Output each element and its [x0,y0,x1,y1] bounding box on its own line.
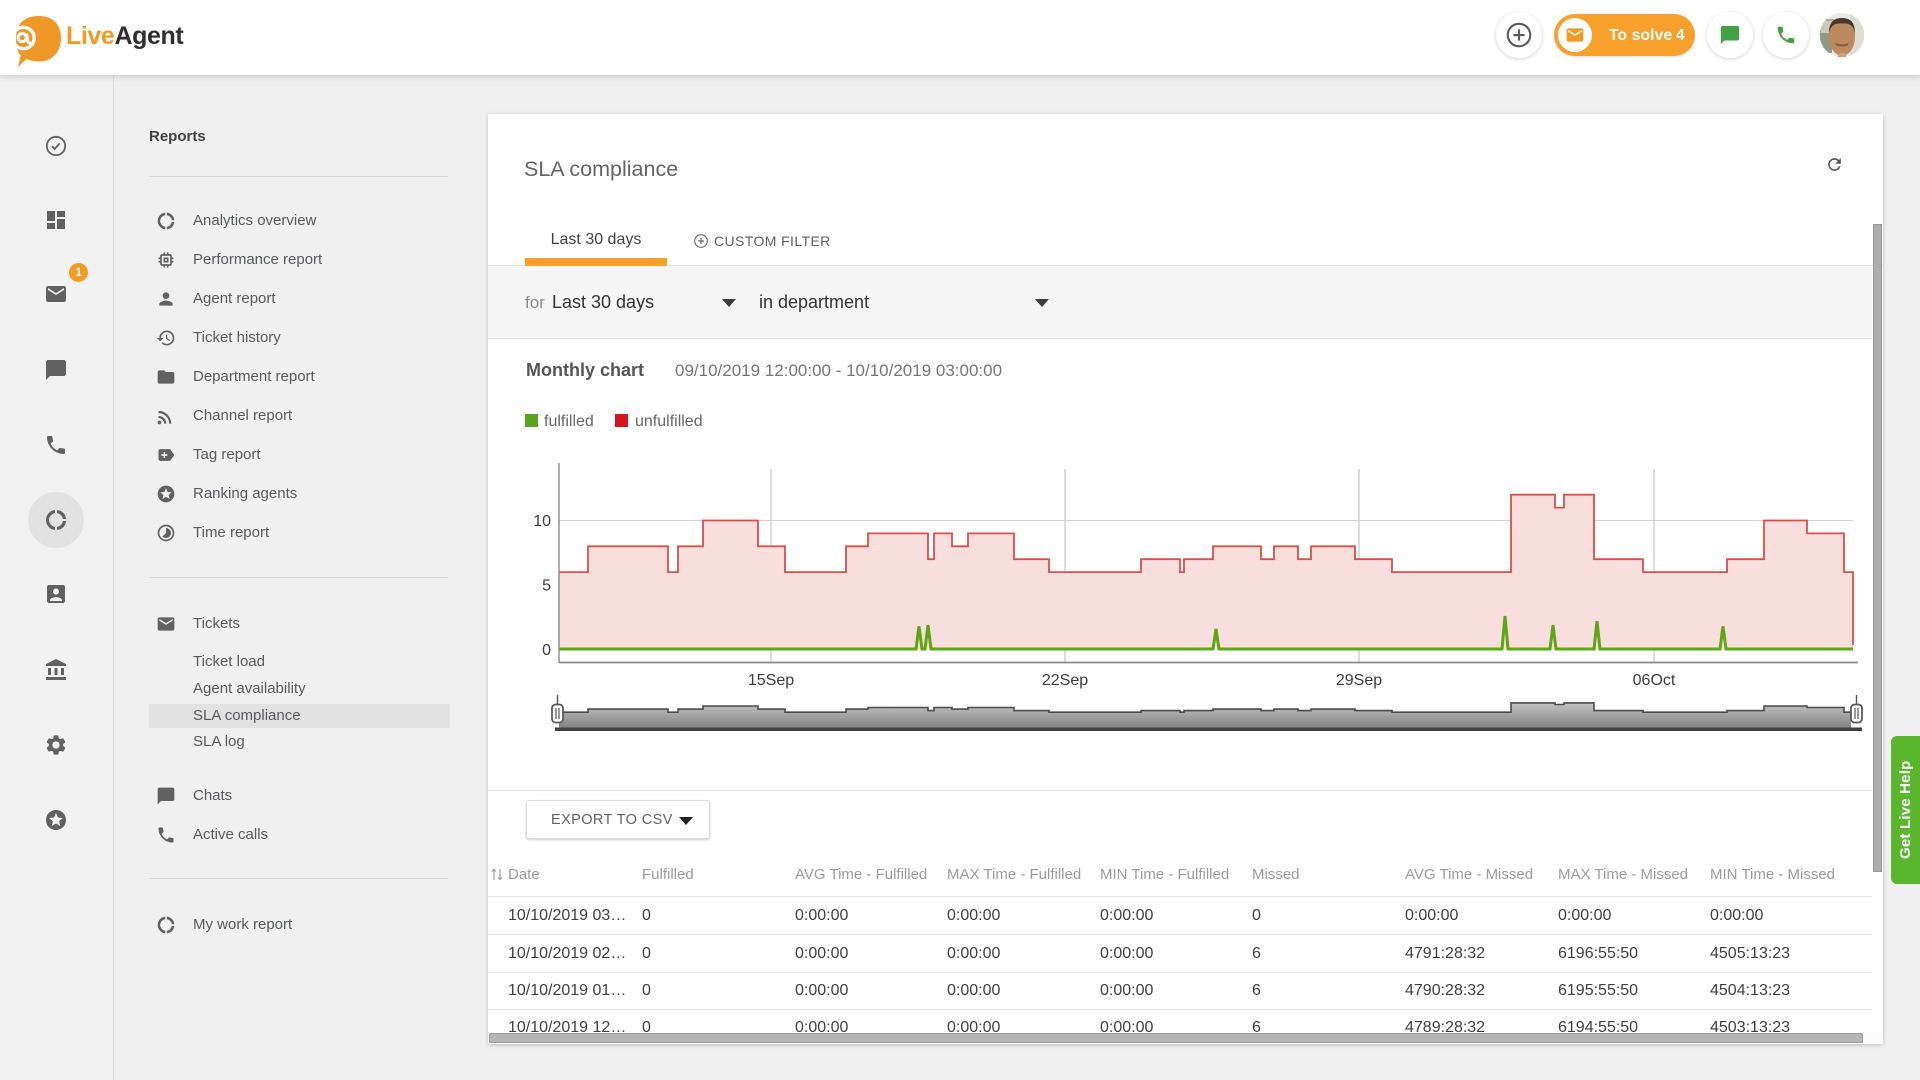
svg-text:06Oct: 06Oct [1633,672,1676,689]
svg-text:0: 0 [542,642,551,659]
svg-text:29Sep: 29Sep [1336,672,1382,689]
svg-text:22Sep: 22Sep [1042,672,1088,689]
svg-text:5: 5 [542,578,551,595]
svg-text:10: 10 [533,513,551,530]
svg-text:15Sep: 15Sep [748,672,794,689]
